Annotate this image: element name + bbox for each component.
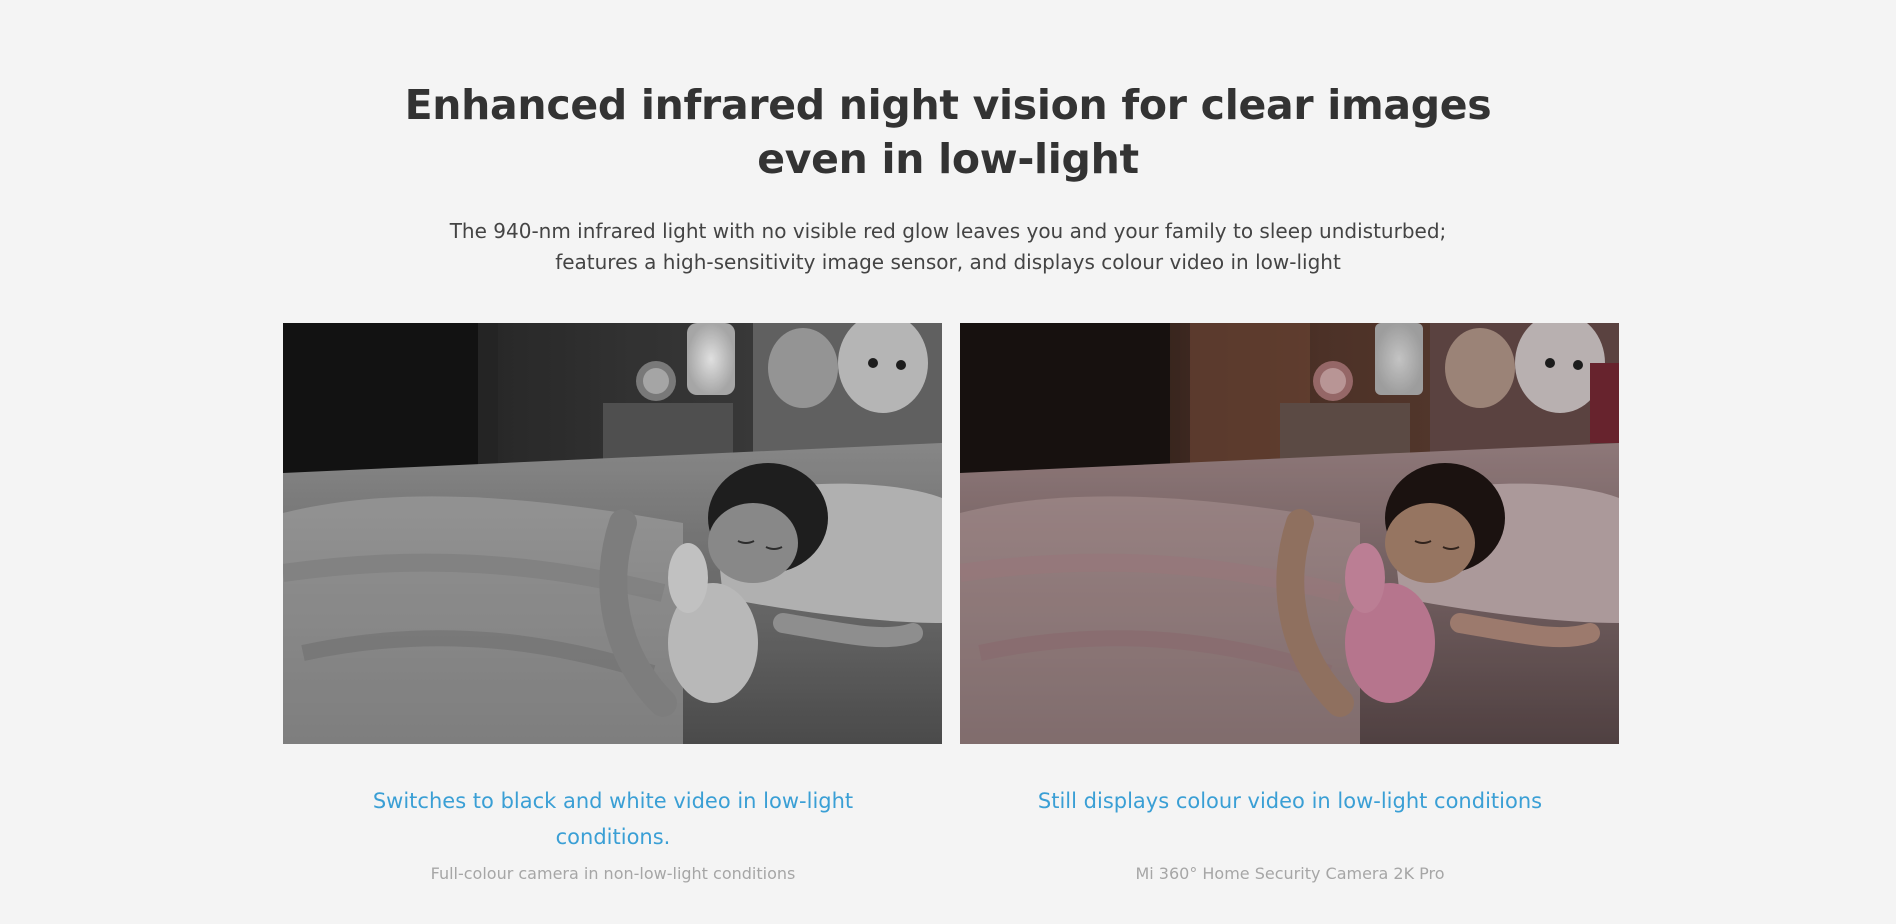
night-vision-section: Enhanced infrared night vision for clear… xyxy=(0,0,1896,924)
bw-comparison-note: Full-colour camera in non-low-light cond… xyxy=(430,864,796,883)
description-line-2: features a high-sensitivity image sensor… xyxy=(555,250,1341,274)
bw-comparison-title: Switches to black and white video in low… xyxy=(372,789,854,849)
colour-night-vision-image xyxy=(960,323,1619,744)
section-headline: Enhanced infrared night vision for clear… xyxy=(404,81,1492,183)
colour-comparison-note: Mi 360° Home Security Camera 2K Pro xyxy=(1135,864,1445,883)
colour-comparison-title: Still displays colour video in low-light… xyxy=(1037,789,1543,813)
description-line-1: The 940-nm infrared light with no visibl… xyxy=(449,219,1447,243)
bw-night-vision-image xyxy=(283,323,942,744)
section-description: The 940-nm infrared light with no visibl… xyxy=(398,216,1498,278)
